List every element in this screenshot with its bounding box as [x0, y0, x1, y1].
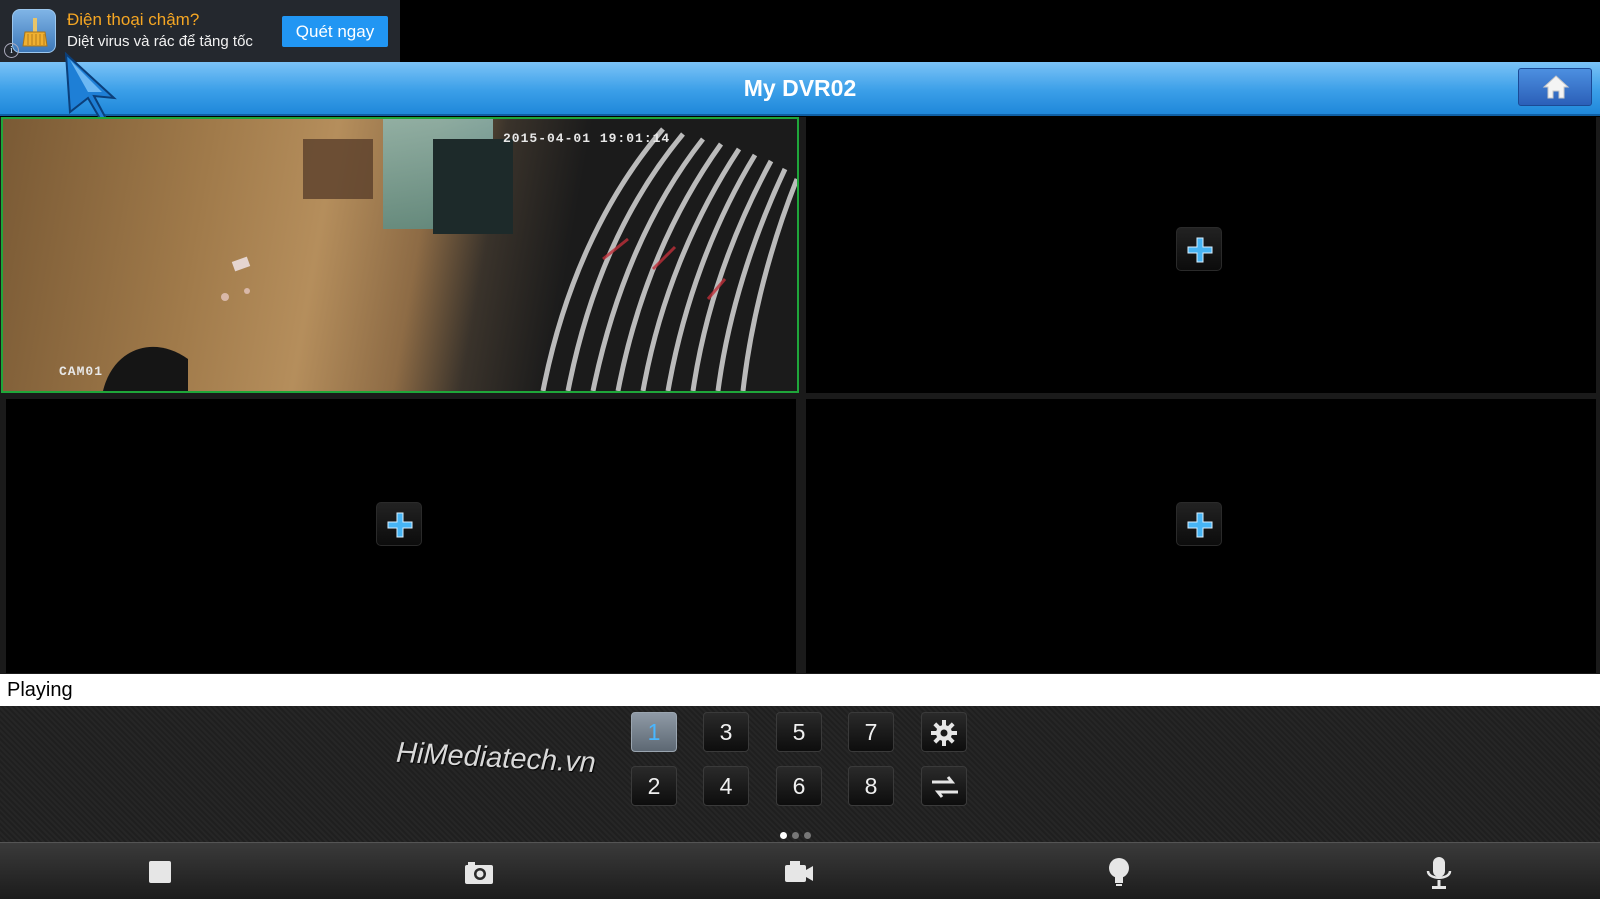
gear-icon	[931, 720, 957, 746]
control-panel: HiMediatech.vn 1 3 5 7 2 4 6 8	[0, 706, 1600, 842]
snapshot-button[interactable]	[459, 853, 499, 891]
plus-icon	[1187, 512, 1213, 538]
channel-button-4[interactable]: 4	[703, 766, 749, 806]
video-cell-3[interactable]	[6, 399, 796, 673]
status-bar: Playing	[0, 674, 1600, 706]
microphone-icon	[1426, 857, 1452, 889]
record-video-icon	[785, 861, 813, 882]
app-screen: i Điện thoại chậm? Diệt virus và rác để …	[0, 0, 1600, 899]
add-camera-button[interactable]	[376, 502, 422, 546]
page-dot	[780, 832, 787, 839]
channel-button-5[interactable]: 5	[776, 712, 822, 752]
record-button[interactable]	[779, 853, 819, 891]
broom-cleaner-icon	[12, 9, 56, 53]
plus-icon	[387, 512, 413, 538]
ad-info-icon[interactable]: i	[4, 43, 19, 58]
add-camera-button[interactable]	[1176, 227, 1222, 271]
swap-arrows-icon	[932, 776, 958, 798]
page-dot	[804, 832, 811, 839]
ad-banner[interactable]: i Điện thoại chậm? Diệt virus và rác để …	[0, 0, 400, 62]
ad-title: Điện thoại chậm?	[67, 10, 200, 29]
status-text: Playing	[7, 679, 73, 701]
video-cell-4[interactable]	[806, 399, 1596, 673]
channel-button-6[interactable]: 6	[776, 766, 822, 806]
page-title: My DVR02	[743, 75, 857, 101]
stop-icon	[149, 861, 171, 883]
home-button[interactable]	[1518, 68, 1592, 106]
bottom-toolbar	[0, 842, 1600, 899]
channel-button-1[interactable]: 1	[631, 712, 677, 752]
snapshot-camera-icon	[465, 862, 493, 884]
camera-timestamp: 2015-04-01 19:01:14	[503, 131, 671, 146]
feed-gate-bars	[103, 127, 797, 391]
channel-button-3[interactable]: 3	[703, 712, 749, 752]
microphone-button[interactable]	[1419, 853, 1459, 891]
channel-button-2[interactable]: 2	[631, 766, 677, 806]
video-cell-1[interactable]: 2015-04-01 19:01:14 CAM01	[1, 117, 799, 393]
channel-button-8[interactable]: 8	[848, 766, 894, 806]
light-bulb-icon	[1109, 858, 1129, 886]
home-icon	[1542, 75, 1570, 99]
camera-label: CAM01	[59, 364, 104, 379]
switch-stream-button[interactable]	[921, 766, 967, 806]
channel-button-7[interactable]: 7	[848, 712, 894, 752]
video-grid: 2015-04-01 19:01:14 CAM01	[0, 117, 1600, 674]
page-dot	[792, 832, 799, 839]
video-cell-2[interactable]	[806, 117, 1596, 393]
camera-feed-image: 2015-04-01 19:01:14 CAM01	[3, 119, 797, 391]
brand-watermark: HiMediatech.vn	[395, 736, 597, 780]
add-camera-button[interactable]	[1176, 502, 1222, 546]
ad-subtitle: Diệt virus và rác để tăng tốc	[67, 33, 253, 50]
light-button[interactable]	[1099, 853, 1139, 891]
ad-scan-button[interactable]: Quét ngay	[282, 16, 388, 47]
settings-button[interactable]	[921, 712, 967, 752]
plus-icon	[1187, 237, 1213, 263]
title-bar: My DVR02	[0, 62, 1600, 116]
stop-button[interactable]	[140, 853, 180, 891]
